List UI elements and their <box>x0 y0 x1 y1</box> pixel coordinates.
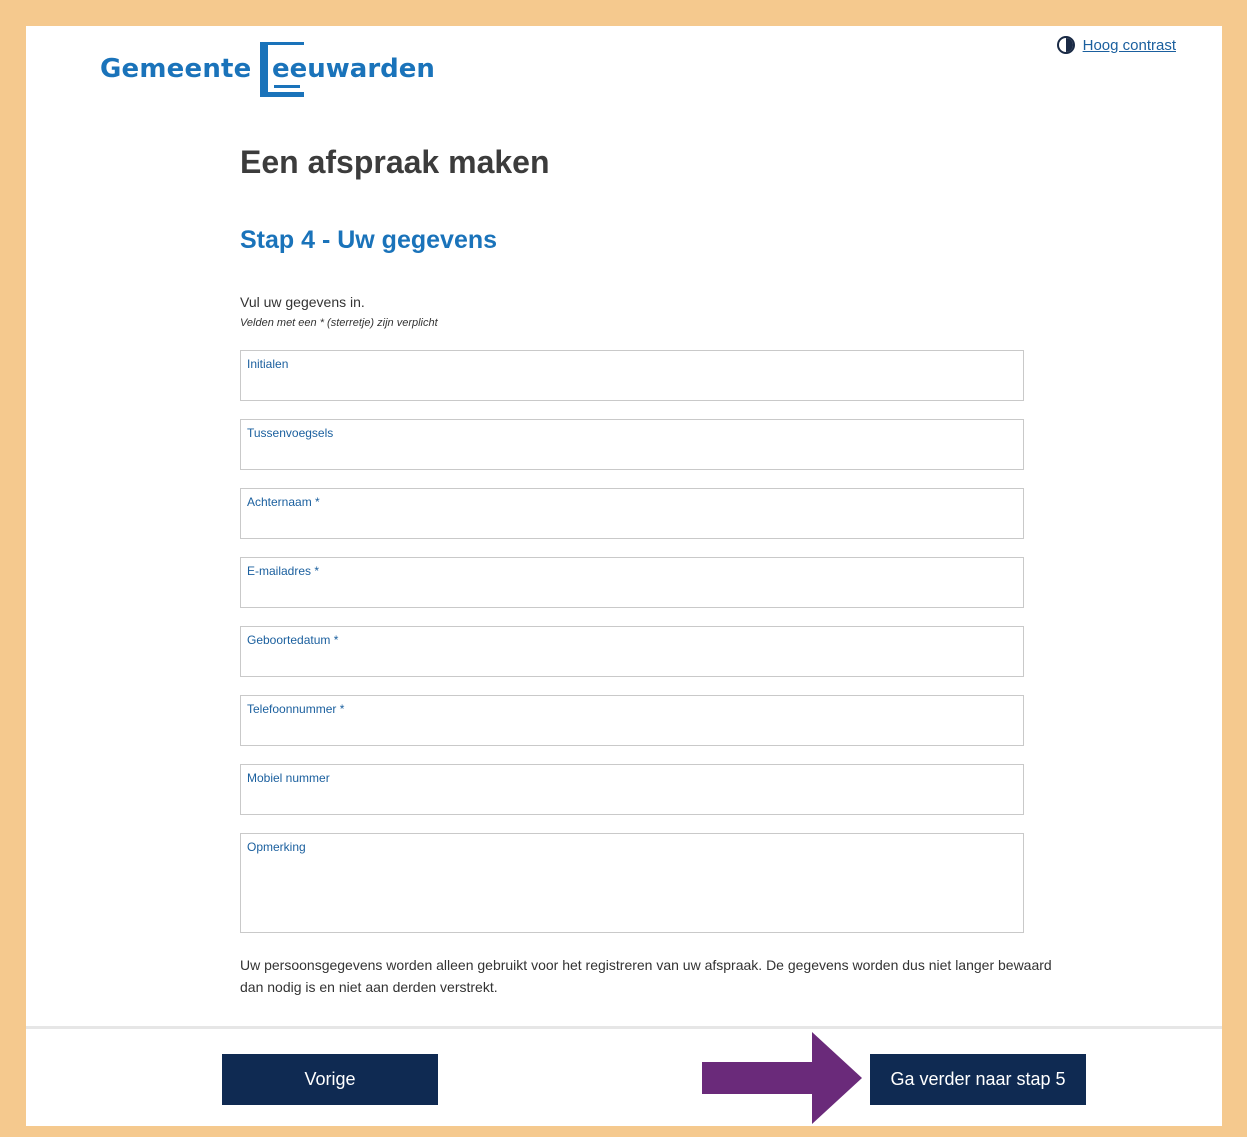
mobile-field[interactable]: Mobiel nummer <box>240 764 1024 815</box>
remark-label: Opmerking <box>247 840 306 854</box>
prefix-input[interactable] <box>247 444 1017 465</box>
logo-word-gemeente: Gemeente <box>100 54 252 84</box>
remark-field[interactable]: Opmerking <box>240 833 1024 933</box>
email-label: E-mailadres * <box>247 564 320 578</box>
intro-text: Vul uw gegevens in. <box>240 294 365 310</box>
arrow-right-icon <box>702 1032 862 1124</box>
email-field[interactable]: E-mailadres * <box>240 557 1024 608</box>
remark-textarea[interactable] <box>247 858 1017 928</box>
required-fields-note: Velden met een * (sterretje) zijn verpli… <box>240 317 438 329</box>
birthdate-label: Geboortedatum * <box>247 633 339 647</box>
surname-field[interactable]: Achternaam * <box>240 488 1024 539</box>
next-step-button[interactable]: Ga verder naar stap 5 <box>870 1054 1086 1105</box>
prefix-label: Tussenvoegsels <box>247 426 334 440</box>
phone-label: Telefoonnummer * <box>247 702 345 716</box>
prefix-field[interactable]: Tussenvoegsels <box>240 419 1024 470</box>
footer-divider <box>26 1026 1222 1029</box>
page: Gemeente eeuwarden Hoog contrast Een afs… <box>26 26 1222 1126</box>
initials-field[interactable]: Initialen <box>240 350 1024 401</box>
page-title: Een afspraak maken <box>240 144 550 180</box>
gemeente-leeuwarden-logo[interactable]: Gemeente eeuwarden <box>100 40 460 116</box>
birthdate-input[interactable] <box>247 651 1017 672</box>
phone-field[interactable]: Telefoonnummer * <box>240 695 1024 746</box>
surname-label: Achternaam * <box>247 495 320 509</box>
phone-input[interactable] <box>247 720 1017 741</box>
step-title: Stap 4 - Uw gegevens <box>240 226 498 254</box>
high-contrast-toggle[interactable]: Hoog contrast <box>1056 36 1176 54</box>
logo-word-leeuwarden: eeuwarden <box>272 54 435 84</box>
mobile-input[interactable] <box>247 789 1017 810</box>
birthdate-field[interactable]: Geboortedatum * <box>240 626 1024 677</box>
initials-label: Initialen <box>247 357 289 371</box>
high-contrast-link[interactable]: Hoog contrast <box>1083 37 1176 54</box>
email-input[interactable] <box>247 582 1017 603</box>
contrast-icon <box>1056 36 1075 54</box>
previous-button[interactable]: Vorige <box>222 1054 438 1105</box>
mobile-label: Mobiel nummer <box>247 771 330 785</box>
initials-input[interactable] <box>247 375 1017 396</box>
surname-input[interactable] <box>247 513 1017 534</box>
privacy-notice: Uw persoonsgegevens worden alleen gebrui… <box>240 957 1052 995</box>
